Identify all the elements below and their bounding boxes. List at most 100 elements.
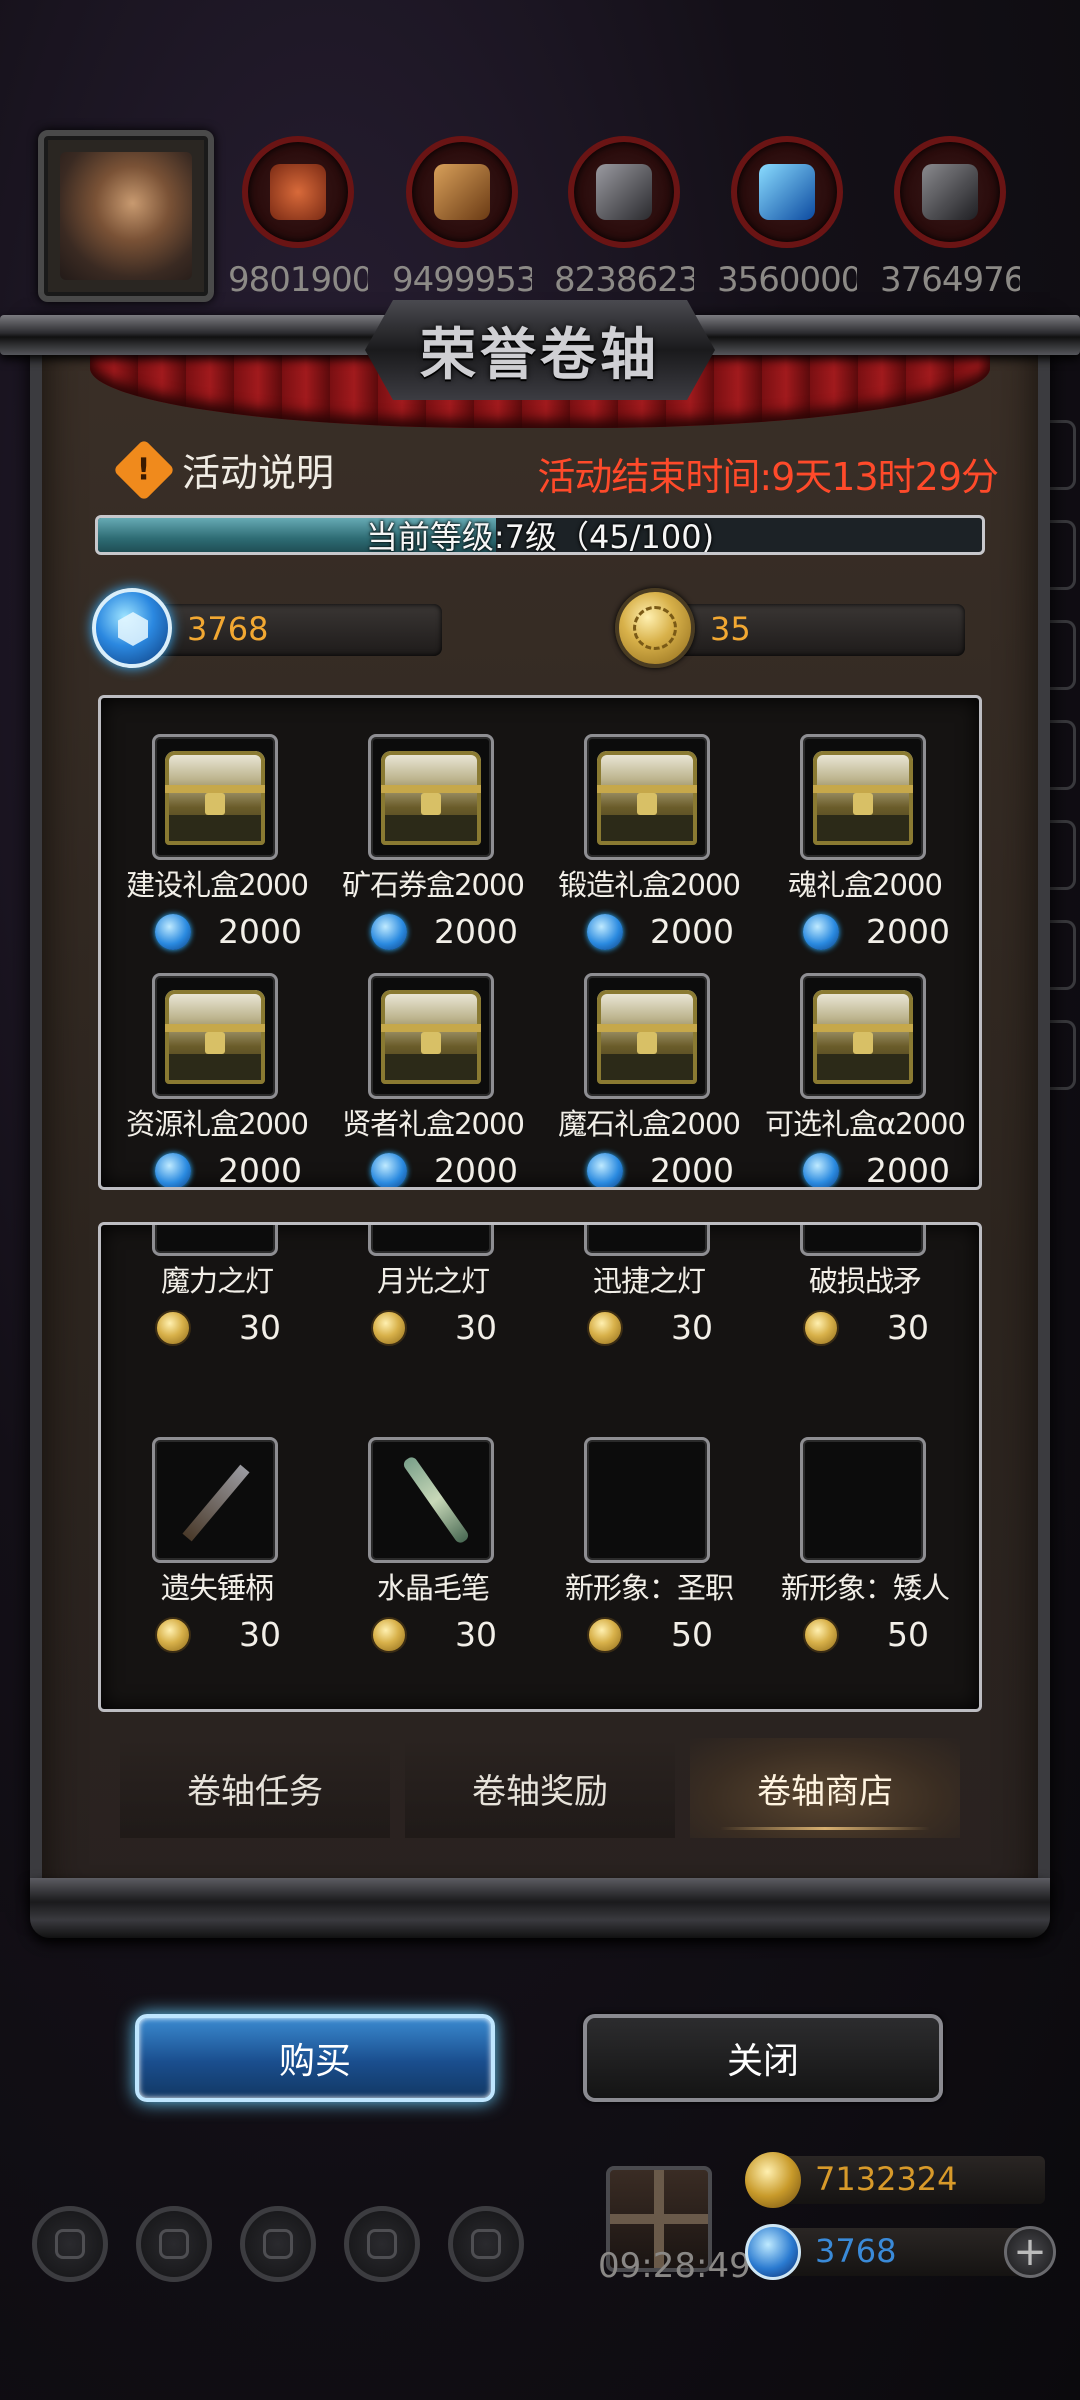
mail-icon[interactable]: [344, 2206, 420, 2282]
castle-icon[interactable]: [240, 2206, 316, 2282]
item-price: 2000: [371, 1149, 541, 1190]
gift-chest-icon: [368, 734, 494, 860]
hud-gold[interactable]: 7132324: [745, 2152, 1045, 2208]
tab-scroll-shop[interactable]: 卷轴商店: [690, 1738, 960, 1838]
item-price: 2000: [587, 1149, 757, 1190]
gold-icon: [745, 2152, 801, 2208]
shop-item[interactable]: 建设礼盒2000 2000: [109, 734, 325, 964]
blue-gem-icon: [92, 588, 172, 668]
player-avatar[interactable]: [38, 130, 214, 302]
dialog-title-plate: 荣誉卷轴: [365, 300, 715, 400]
gift-chest-icon: [800, 973, 926, 1099]
resource-iron[interactable]: 8238623: [554, 136, 694, 300]
item-price: 2000: [155, 910, 325, 954]
hammer-handle-icon: [152, 1437, 278, 1563]
resource-meat[interactable]: 9801900: [228, 136, 368, 300]
gift-chest-icon: [584, 734, 710, 860]
price-value: 2000: [218, 912, 302, 951]
item-name: 矿石券盒2000: [342, 868, 525, 902]
item-price: 50: [587, 1613, 757, 1657]
shop-item[interactable]: 资源礼盒2000 2000: [109, 973, 325, 1190]
hud-gems[interactable]: 3768: [745, 2224, 1045, 2280]
price-value: 2000: [434, 912, 518, 951]
resource-crystal[interactable]: 3560000: [717, 136, 857, 300]
shop-item[interactable]: 破损战矛 30: [757, 1225, 973, 1360]
price-value: 50: [887, 1615, 929, 1654]
shop-item[interactable]: 遗失锤柄 30: [109, 1437, 325, 1667]
meat-icon: [270, 164, 326, 220]
shop-item[interactable]: 锻造礼盒2000 2000: [541, 734, 757, 964]
shop-item[interactable]: 新形象：矮人 50: [757, 1437, 973, 1667]
gold-coin-icon: [155, 1310, 191, 1346]
resource-steel[interactable]: 3764976: [880, 136, 1020, 300]
gift-chest-icon: [584, 973, 710, 1099]
item-price: 30: [587, 1306, 757, 1350]
level-progress-text: 当前等级:7级（45/100): [365, 518, 715, 555]
broken-spear-icon: [800, 1225, 926, 1256]
priest-portrait-icon: [584, 1437, 710, 1563]
close-button[interactable]: 关闭: [583, 2014, 943, 2102]
shop-item[interactable]: 矿石券盒2000 2000: [325, 734, 541, 964]
price-value: 2000: [650, 912, 734, 951]
shop-item[interactable]: 迅捷之灯 30: [541, 1225, 757, 1360]
price-value: 30: [239, 1308, 281, 1347]
cube-icon[interactable]: [448, 2206, 524, 2282]
shop-item[interactable]: 新形象：圣职 50: [541, 1437, 757, 1667]
crystal-icon: [759, 164, 815, 220]
steel-icon: [922, 164, 978, 220]
resource-wood[interactable]: 9499953: [392, 136, 532, 300]
activity-description-label: 活动说明: [182, 451, 335, 495]
resource-value: 8238623: [554, 260, 694, 300]
gem-shop-grid[interactable]: 建设礼盒2000 2000 矿石券盒2000 2000 锻造礼盒2000 200…: [98, 695, 982, 1190]
shop-item[interactable]: 魔石礼盒2000 2000: [541, 973, 757, 1190]
activity-description-link[interactable]: ! 活动说明: [112, 438, 335, 501]
price-value: 2000: [650, 1151, 734, 1190]
crystal-brush-icon: [368, 1437, 494, 1563]
blue-gem-icon: [371, 1153, 407, 1187]
price-value: 2000: [434, 1151, 518, 1190]
star-icon[interactable]: [136, 2206, 212, 2282]
item-price: 30: [371, 1306, 541, 1350]
price-value: 30: [887, 1308, 929, 1347]
item-name: 魂礼盒2000: [788, 868, 943, 902]
gold-value: 7132324: [815, 2160, 958, 2198]
coin-shop-grid[interactable]: 魔力之灯 30 月光之灯 30 迅捷之灯 30 破损战矛 30 遗失锤柄 30 …: [98, 1222, 982, 1712]
tab-scroll-tasks[interactable]: 卷轴任务: [120, 1738, 390, 1838]
shop-item[interactable]: 可选礼盒α2000 2000: [757, 973, 973, 1187]
item-price: 30: [803, 1306, 973, 1350]
price-value: 2000: [218, 1151, 302, 1190]
wood-icon: [434, 164, 490, 220]
scroll-tabs: 卷轴任务 卷轴奖励 卷轴商店: [120, 1738, 960, 1838]
tab-scroll-rewards[interactable]: 卷轴奖励: [405, 1738, 675, 1838]
shop-item[interactable]: 魔力之灯 30: [109, 1225, 325, 1360]
buy-button[interactable]: 购买: [135, 2014, 495, 2102]
item-name: 建设礼盒2000: [126, 868, 309, 902]
blue-gem-icon: [587, 1153, 623, 1187]
settings-icon[interactable]: [32, 2206, 108, 2282]
gem-balance: 3768: [92, 588, 452, 668]
blue-gem-icon: [155, 914, 191, 950]
shop-item[interactable]: 贤者礼盒2000 2000: [325, 973, 541, 1190]
side-tabs: [1050, 420, 1080, 1120]
shop-item[interactable]: 月光之灯 30: [325, 1225, 541, 1360]
item-name: 锻造礼盒2000: [558, 868, 741, 902]
gold-coin-icon: [615, 588, 695, 668]
blue-gem-icon: [745, 2224, 801, 2280]
item-price: 30: [371, 1613, 541, 1657]
gold-coin-icon: [803, 1617, 839, 1653]
shop-item[interactable]: 魂礼盒2000 2000: [757, 734, 973, 964]
item-price: 2000: [155, 1149, 325, 1190]
gold-coin-icon: [587, 1617, 623, 1653]
blue-gem-icon: [155, 1153, 191, 1187]
item-name: 可选礼盒α2000: [765, 1107, 966, 1141]
item-price: 2000: [803, 1149, 973, 1187]
item-price: 30: [155, 1613, 325, 1657]
bottom-menu: [32, 2206, 524, 2282]
gold-coin-icon: [371, 1310, 407, 1346]
add-currency-button[interactable]: +: [1004, 2226, 1056, 2278]
shop-item[interactable]: 水晶毛笔 30: [325, 1437, 541, 1667]
magic-lamp-icon: [152, 1225, 278, 1256]
blue-gem-icon: [803, 914, 839, 950]
avatar-portrait: [60, 152, 192, 280]
event-end-time: 活动结束时间:9天13时29分: [537, 455, 999, 499]
